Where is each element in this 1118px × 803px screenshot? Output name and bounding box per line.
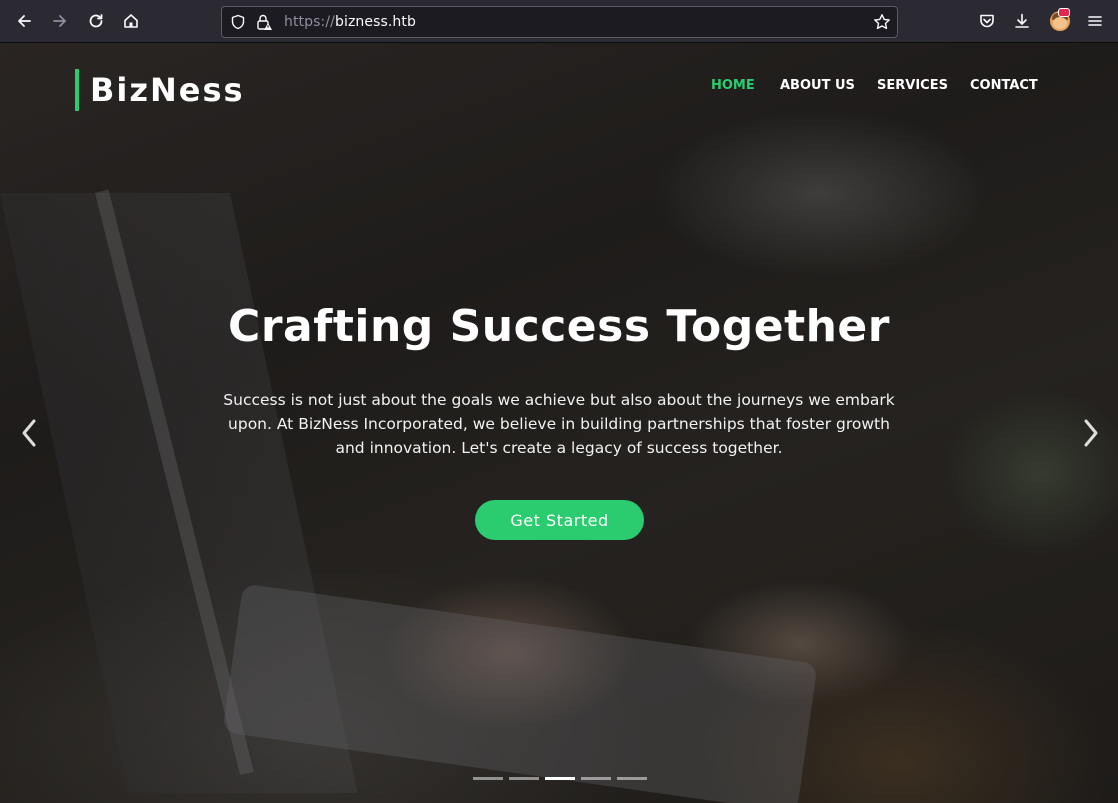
back-icon xyxy=(18,15,31,27)
reload-icon xyxy=(89,14,103,28)
browser-toolbar: https://bizness.htb xyxy=(0,0,1118,43)
app-menu-button[interactable] xyxy=(1080,6,1110,36)
carousel-indicator-active[interactable] xyxy=(545,777,575,780)
hero-section: BizNess HOME ABOUT US SERVICES CONTACT C… xyxy=(0,43,1118,803)
hero-title: Crafting Success Together xyxy=(228,301,890,352)
nav-about-us[interactable]: ABOUT US xyxy=(780,78,855,93)
download-icon xyxy=(1015,13,1029,28)
hero-text: Success is not just about the goals we a… xyxy=(223,391,895,457)
url-scheme: https:// xyxy=(284,14,335,30)
pocket-button[interactable] xyxy=(972,6,1002,36)
site-logo[interactable]: BizNess xyxy=(75,69,245,111)
pocket-icon xyxy=(980,14,994,28)
carousel-prev-button[interactable] xyxy=(14,415,44,451)
chevron-left-icon xyxy=(22,419,36,447)
star-icon[interactable] xyxy=(873,13,891,31)
extension-face xyxy=(1053,17,1067,29)
forward-button[interactable] xyxy=(45,6,75,36)
carousel-indicator[interactable] xyxy=(509,777,539,780)
nav-home[interactable]: HOME xyxy=(711,78,755,93)
url-text[interactable]: https://bizness.htb xyxy=(284,14,416,30)
url-host: bizness.htb xyxy=(334,14,416,30)
downloads-button[interactable] xyxy=(1007,6,1037,36)
nav-services[interactable]: SERVICES xyxy=(877,78,948,93)
shield-icon[interactable] xyxy=(230,14,246,30)
home-icon xyxy=(124,14,138,28)
chevron-right-icon xyxy=(1084,419,1098,447)
url-bar[interactable]: https://bizness.htb xyxy=(221,6,898,38)
carousel-next-button[interactable] xyxy=(1076,415,1106,451)
back-button[interactable] xyxy=(9,6,39,36)
lock-icon[interactable] xyxy=(255,13,273,31)
forward-icon xyxy=(53,15,66,27)
extension-badge xyxy=(1058,8,1070,17)
carousel-indicator[interactable] xyxy=(581,777,611,780)
carousel-indicator[interactable] xyxy=(617,777,647,780)
reload-button[interactable] xyxy=(81,6,111,36)
get-started-button[interactable]: Get Started xyxy=(475,500,644,540)
carousel-indicators xyxy=(473,777,653,781)
home-button[interactable] xyxy=(116,6,146,36)
nav-contact[interactable]: CONTACT xyxy=(970,78,1038,93)
menu-icon xyxy=(1088,16,1102,26)
carousel-indicator[interactable] xyxy=(473,777,503,780)
